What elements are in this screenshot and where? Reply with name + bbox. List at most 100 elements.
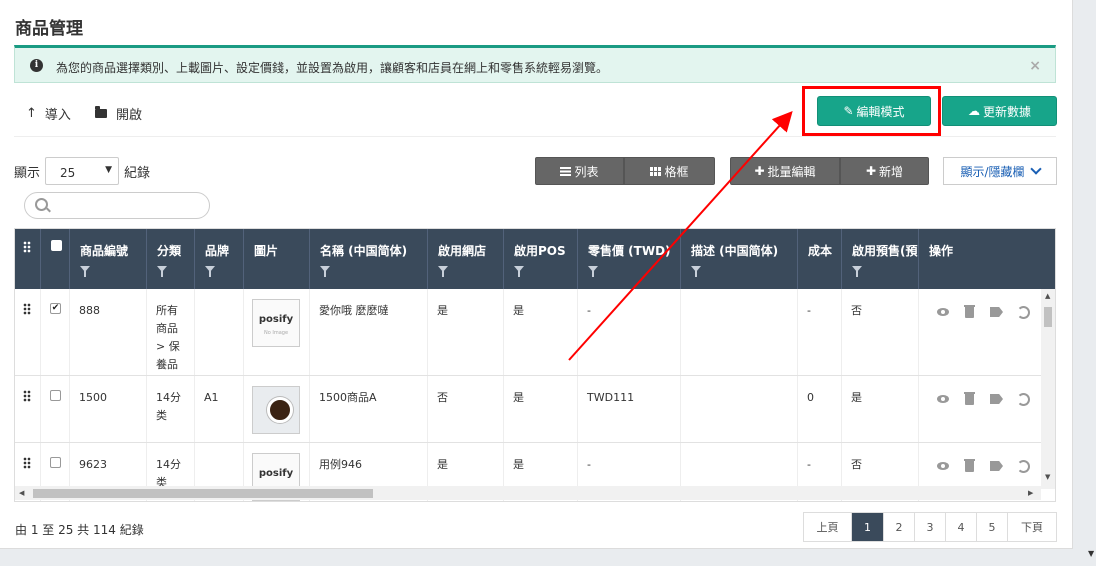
filter-icon[interactable] [691,266,701,277]
pagination-page[interactable]: 4 [946,513,977,541]
pagination-page[interactable]: 2 [884,513,915,541]
preorder-text: 否 [851,304,862,317]
scroll-down-icon[interactable]: ▼ [1088,549,1094,558]
filter-icon[interactable] [438,266,448,277]
sku-cell: 1500 [70,376,147,442]
filter-icon[interactable] [157,266,167,277]
page-size-select[interactable]: 25 ▼ [45,157,119,185]
history-button[interactable] [1010,459,1037,473]
close-icon[interactable]: × [1029,58,1041,74]
horizontal-scrollbar[interactable]: ◀ ▶ [15,486,1041,500]
show-label: 顯示 [14,166,41,181]
view-button[interactable] [929,392,956,406]
row-checkbox[interactable] [50,457,61,468]
category-text: 所有 商品 > 保 養品 [156,304,180,371]
header-online-store[interactable]: 啟用網店 [428,229,504,289]
scroll-up-icon[interactable]: ▲ [1045,292,1050,300]
history-button[interactable] [1010,305,1037,319]
posify-logo: posify [253,465,299,485]
header-pos[interactable]: 啟用POS [504,229,578,289]
row-checkbox[interactable]: ✔ [50,303,61,314]
tags-button[interactable] [983,392,1010,406]
batch-edit-button[interactable]: ✚ 批量編輯 [730,157,840,185]
list-view-button[interactable]: 列表 [535,157,624,185]
pos-text: 是 [513,458,524,471]
drag-handle-icon [23,241,31,253]
products-table: 商品編號 分類 品牌 圖片 名稱 (中国简体) 啟用網店 啟用POS 零售價 (… [14,228,1056,502]
view-button[interactable] [929,305,956,319]
update-data-button[interactable]: ☁ 更新數據 [942,96,1057,126]
header-cost[interactable]: 成本 [798,229,842,289]
online-text: 是 [437,304,448,317]
import-link[interactable]: ↑ 導入 [26,104,71,123]
filter-icon[interactable] [80,266,90,277]
sku-text: 1500 [79,391,107,404]
scroll-down-icon[interactable]: ▼ [1045,473,1050,481]
open-link[interactable]: 開啟 [95,104,142,123]
cost-cell: 0 [798,376,842,442]
header-label: 商品編號 [80,244,129,258]
view-button[interactable] [929,459,956,473]
pagination-prev[interactable]: 上頁 [804,513,852,541]
header-label: 品牌 [205,244,230,258]
search-input[interactable] [24,192,210,219]
drag-cell[interactable] [15,289,41,375]
delete-button[interactable] [956,458,983,473]
header-sku[interactable]: 商品編號 [70,229,147,289]
filter-icon[interactable] [852,266,862,277]
filter-icon[interactable] [320,266,330,277]
check-cell[interactable]: ✔ [41,289,70,375]
header-label: 零售價 (TWD) [588,244,671,258]
header-category[interactable]: 分類 [147,229,195,289]
filter-icon[interactable] [514,266,524,277]
scroll-left-icon[interactable]: ◀ [19,489,24,497]
table-row[interactable]: 1500 14分 类 A1 1500商品A 否 是 TWD111 0 是 [15,376,1055,443]
header-brand[interactable]: 品牌 [195,229,244,289]
scroll-right-icon[interactable]: ▶ [1028,489,1033,497]
product-thumbnail[interactable]: posify No Image [252,299,300,347]
drag-handle-icon[interactable] [23,457,31,469]
no-image-text: No Image [263,330,289,336]
brand-text: A1 [204,391,219,404]
coffee-cup-image [253,387,299,433]
select-all-checkbox[interactable] [51,240,62,251]
eye-icon [936,395,949,403]
trash-icon [964,391,975,405]
tags-button[interactable] [983,459,1010,473]
add-button[interactable]: ✚ 新增 [840,157,929,185]
header-description[interactable]: 描述 (中国简体) [681,229,798,289]
grid-view-button[interactable]: 格框 [624,157,715,185]
drag-handle-icon[interactable] [23,303,31,315]
pagination-page[interactable]: 1 [852,513,884,541]
row-checkbox[interactable] [50,390,61,401]
vertical-scrollbar[interactable]: ▲ ▼ [1041,289,1055,489]
records-label: 紀錄 [124,166,151,181]
header-name[interactable]: 名稱 (中国简体) [310,229,428,289]
delete-button[interactable] [956,304,983,319]
plus-icon: ✚ [865,164,877,178]
header-preorder[interactable]: 啟用預售(預 [842,229,919,289]
pagination-page[interactable]: 5 [977,513,1008,541]
history-icon [1017,459,1030,473]
filter-icon[interactable] [205,266,215,277]
pagination-page[interactable]: 3 [915,513,946,541]
delete-button[interactable] [956,391,983,406]
horizontal-scroll-thumb[interactable] [33,489,373,498]
vertical-scroll-thumb[interactable] [1044,307,1052,327]
tags-button[interactable] [983,305,1010,319]
drag-handle-icon[interactable] [23,390,31,402]
drag-cell[interactable] [15,376,41,442]
header-select-all[interactable] [41,229,70,289]
check-cell[interactable] [41,376,70,442]
filter-icon[interactable] [588,266,598,277]
header-price[interactable]: 零售價 (TWD) [578,229,681,289]
pagination-next[interactable]: 下頁 [1008,513,1056,541]
tags-icon [990,461,1003,471]
history-button[interactable] [1010,392,1037,406]
column-visibility-button[interactable]: 顯示/隱藏欄 [943,157,1057,185]
cost-cell: - [798,289,842,375]
description-cell [681,376,798,442]
product-thumbnail[interactable] [252,386,300,434]
search-icon [35,198,48,211]
table-row[interactable]: ✔ 888 所有 商品 > 保 養品 posify No Image 愛你哦 麼… [15,289,1055,376]
